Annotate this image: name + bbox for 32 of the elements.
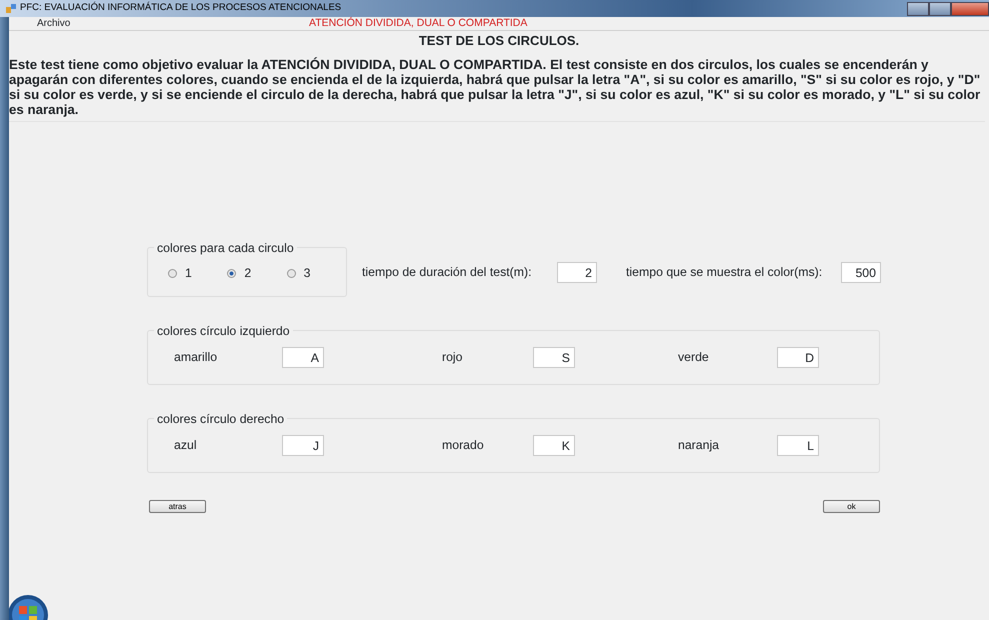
field-label: rojo (442, 349, 464, 366)
field-label: tiempo de duración del test(m): (362, 264, 533, 281)
input-field[interactable]: S (533, 347, 575, 368)
field-label: morado (442, 437, 485, 454)
input-field[interactable]: J (282, 435, 324, 456)
test-description: Este test tiene como objetivo evaluar la ATENCIÓN DIVIDIDA, DUAL O COMPARTIDA. El test consiste en dos circulos, los cuales se encenderán y apagarán con diferentes colores, cuando se encienda el de la izquierda, habrá que pulsar la letra "A", si su color es amarillo, "S" si su color es rojo, y "D" si su color es verde, y si se enciende el circulo de la derecha, habrá que pulsar la letra "J", si su color es azul, "K" si su color es morado, y "L" si su color es naranja. (9, 57, 985, 122)
field-label: amarillo (174, 349, 218, 366)
radio-button[interactable] (168, 268, 177, 278)
field-label: tiempo que se muestra el color(ms): (626, 264, 824, 281)
field-label: naranja (678, 437, 720, 454)
input-field[interactable]: 2 (557, 262, 597, 282)
menu-item[interactable]: Archivo (9, 17, 309, 31)
app-icon (6, 4, 16, 13)
radio-button[interactable] (286, 268, 296, 278)
atras-button[interactable]: atras (149, 500, 206, 513)
window-title: PFC: EVALUACIÓN INFORMÁTICA DE LOS PROCESOS ATENCIONALES (20, 1, 342, 16)
radio-label: 3 (304, 265, 310, 282)
radio-button[interactable] (227, 268, 236, 278)
input-field[interactable]: L (777, 435, 819, 456)
input-field[interactable]: D (777, 347, 819, 368)
field-label: azul (174, 437, 198, 454)
maximize-button[interactable] (929, 2, 951, 16)
radio-label: 1 (185, 265, 192, 282)
input-field[interactable]: A (282, 347, 324, 368)
close-button[interactable] (951, 2, 989, 16)
input-field[interactable]: 500 (841, 262, 881, 282)
minimize-button[interactable] (907, 2, 929, 16)
field-label: verde (678, 349, 710, 366)
test-heading: TEST DE LOS CIRCULOS. (418, 33, 580, 48)
ok-button[interactable]: ok (823, 500, 880, 513)
input-field[interactable]: K (533, 435, 575, 456)
radio-label: 2 (244, 265, 252, 282)
